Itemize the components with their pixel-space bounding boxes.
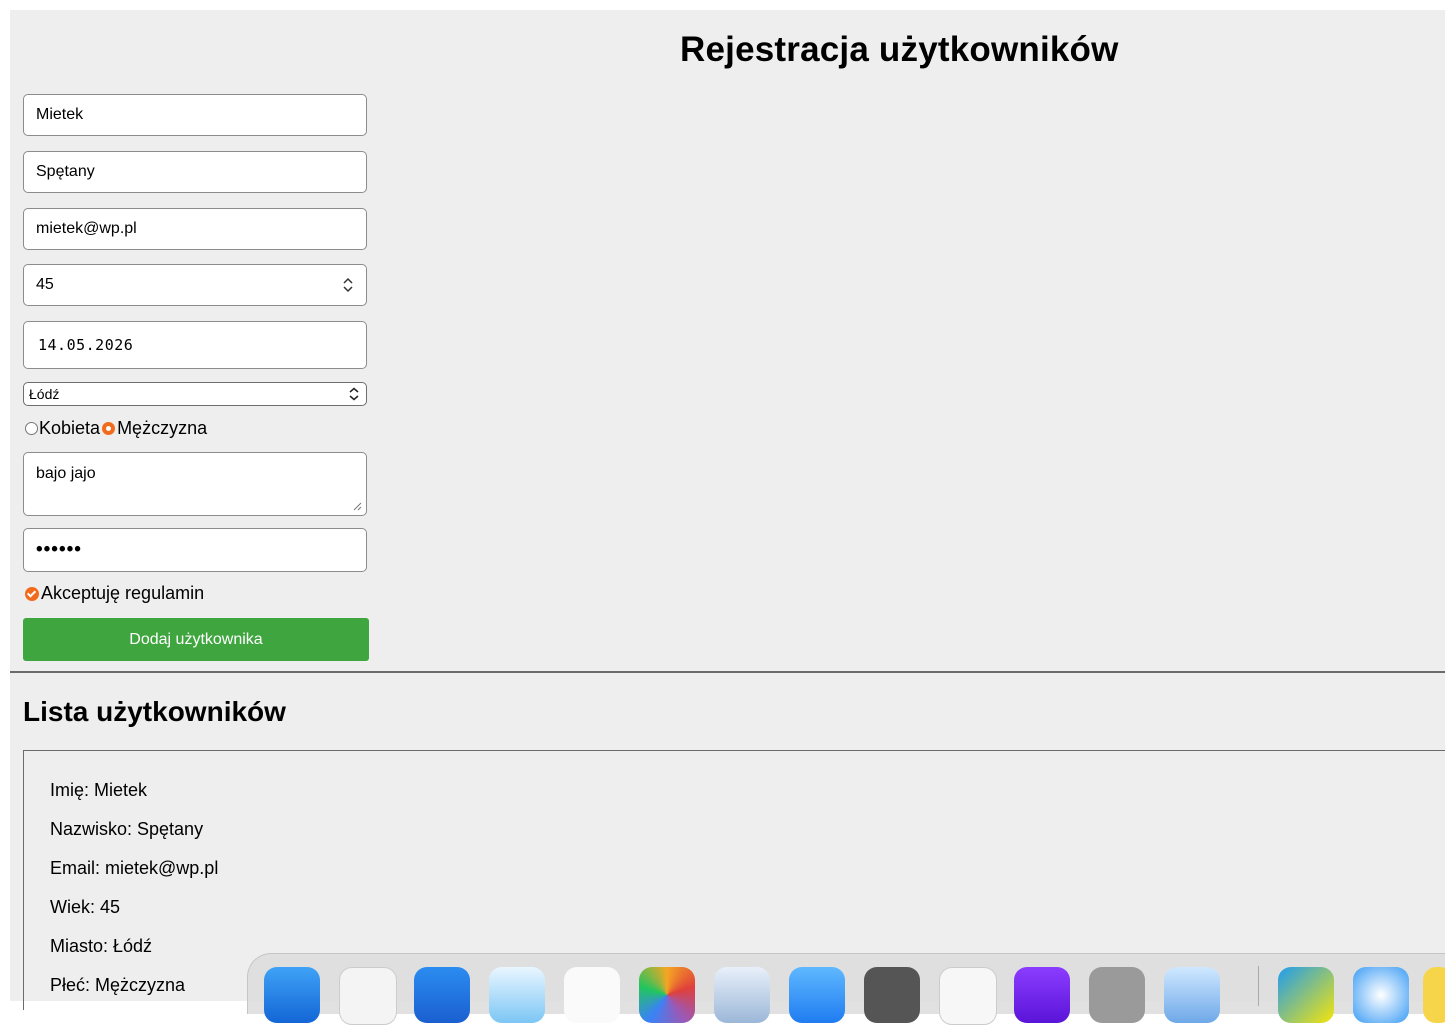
select-chevron-icon	[349, 387, 359, 401]
dock	[247, 953, 1445, 1025]
radio-mezczyzna-label: Mężczyzna	[117, 418, 208, 438]
notes-textarea[interactable]: bajo jajo	[23, 452, 367, 516]
disk-icon[interactable]	[1164, 967, 1220, 1023]
list-item-name: Imię: Mietek	[50, 780, 148, 800]
add-user-button[interactable]: Dodaj użytkownika	[23, 618, 369, 661]
notes-icon[interactable]	[1423, 967, 1445, 1023]
photos-icon[interactable]	[639, 967, 695, 1023]
numbers-icon[interactable]	[564, 967, 620, 1023]
list-item-gender: Płeć: Mężczyzna	[50, 975, 186, 995]
terms-label: Akceptuję regulamin	[41, 583, 205, 603]
list-item-city: Miasto: Łódź	[50, 936, 153, 956]
gender-radio-group: Kobieta Mężczyzna	[25, 418, 207, 439]
webstorm-icon[interactable]	[1278, 967, 1334, 1023]
page-title: Rejestracja użytkowników	[680, 30, 1119, 69]
activity-icon[interactable]	[864, 967, 920, 1023]
settings-icon[interactable]	[1089, 967, 1145, 1023]
xcode-icon[interactable]	[414, 967, 470, 1023]
books-icon[interactable]	[939, 967, 997, 1025]
city-select[interactable]: Łódź	[23, 382, 367, 406]
age-input[interactable]: 45	[23, 264, 367, 306]
imovie-icon[interactable]	[1014, 967, 1070, 1023]
list-item-surname: Nazwisko: Spętany	[50, 819, 204, 839]
dock-separator	[1258, 966, 1259, 1006]
app-store-icon[interactable]	[264, 967, 320, 1023]
radio-kobieta[interactable]	[25, 422, 38, 435]
password-input[interactable]: ••••••	[23, 528, 367, 572]
first-name-input[interactable]: Mietek	[23, 94, 367, 136]
keynote-icon[interactable]	[714, 967, 770, 1023]
list-item-email: Email: mietek@wp.pl	[50, 858, 219, 878]
safari-icon[interactable]	[1353, 967, 1409, 1023]
date-input[interactable]: 14.05.2026	[23, 321, 367, 369]
age-value: 45	[36, 276, 54, 293]
email-input[interactable]: mietek@wp.pl	[23, 208, 367, 250]
mail-icon[interactable]	[789, 967, 845, 1023]
finder-icon[interactable]	[339, 967, 397, 1025]
notes-value: bajo jajo	[36, 465, 96, 482]
page-content: Rejestracja użytkowników Mietek Spętany …	[10, 10, 1445, 1010]
divider	[10, 671, 1445, 673]
stepper-icon[interactable]	[342, 276, 354, 294]
last-name-input[interactable]: Spętany	[23, 151, 367, 193]
terms-row: Akceptuję regulamin	[25, 583, 204, 604]
resize-handle-icon[interactable]	[352, 501, 362, 511]
list-title: Lista użytkowników	[23, 696, 286, 727]
terms-checkbox[interactable]	[25, 586, 39, 601]
radio-kobieta-label: Kobieta	[39, 418, 101, 438]
radio-mezczyzna[interactable]	[102, 422, 116, 435]
preview-icon[interactable]	[489, 967, 545, 1023]
city-selected-value: Łódź	[29, 386, 60, 402]
list-item-age: Wiek: 45	[50, 897, 121, 917]
